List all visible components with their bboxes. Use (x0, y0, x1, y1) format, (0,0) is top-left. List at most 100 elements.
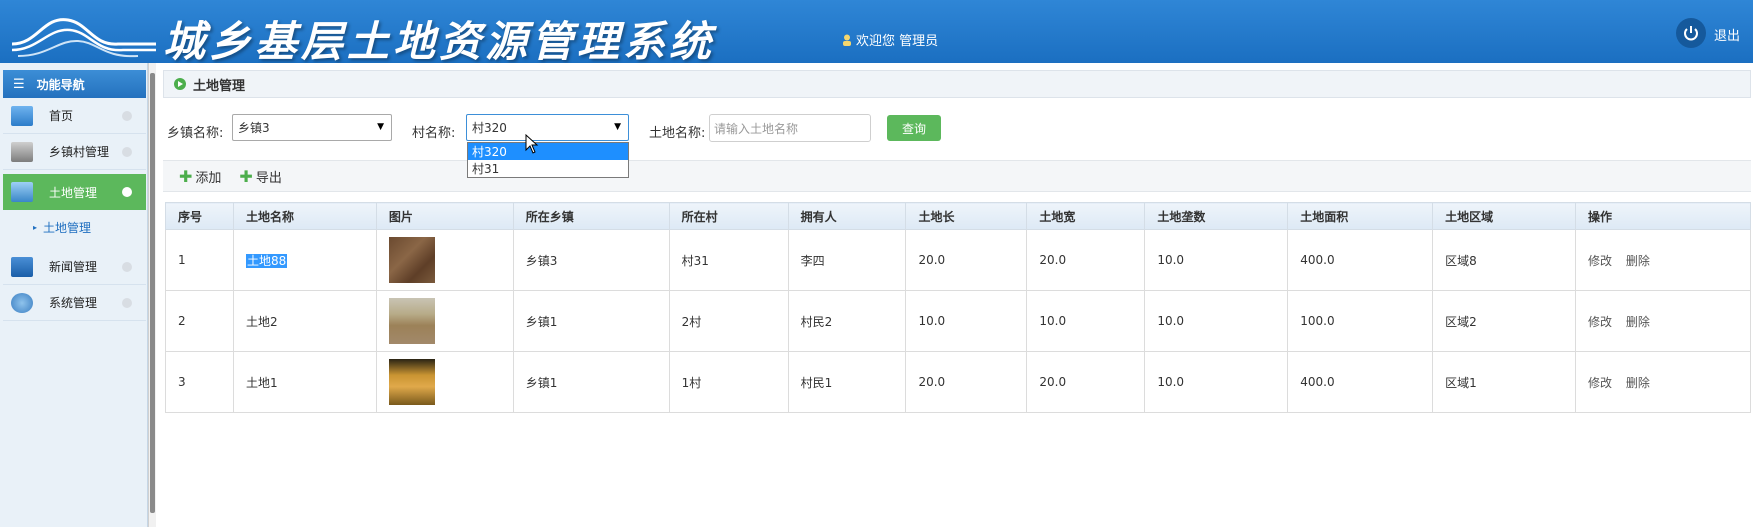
power-icon (1684, 26, 1698, 41)
cell-ridges: 10.0 (1144, 290, 1289, 352)
edit-link[interactable]: 修改 (1588, 315, 1612, 329)
cell-town: 乡镇1 (512, 290, 670, 352)
column-header: 土地名称 (232, 202, 377, 230)
delete-link[interactable]: 删除 (1626, 315, 1650, 329)
land-icon (11, 182, 33, 202)
cell-land-name: 土地2 (232, 290, 377, 352)
land-photo[interactable] (388, 298, 435, 344)
system-title: 城乡基层土地资源管理系统 (163, 17, 716, 63)
plus-icon: ✚ (239, 166, 253, 186)
cell-land-name: 土地88 (232, 229, 377, 291)
power-button[interactable] (1676, 18, 1706, 48)
sidebar-scrollbar[interactable] (148, 63, 156, 527)
dropdown-arrow-icon: ▼ (377, 122, 384, 132)
nav-heading-label: 功能导航 (36, 77, 85, 92)
app-header: 城乡基层土地资源管理系统 欢迎您 管理员 退出 (0, 0, 1753, 63)
village-select[interactable]: 村320 ▼ (466, 114, 629, 141)
land-photo[interactable] (388, 237, 435, 283)
cell-area: 400.0 (1287, 351, 1434, 413)
expand-dot-icon (122, 297, 132, 308)
cell-owner: 村民2 (787, 290, 907, 352)
cell-width: 20.0 (1026, 351, 1146, 413)
cell-town: 乡镇1 (512, 351, 670, 413)
sidebar-item-label: 首页 (49, 109, 74, 123)
plus-icon: ✚ (179, 166, 193, 186)
dropdown-option[interactable]: 村320 (468, 143, 628, 160)
settings-icon (11, 292, 33, 313)
news-icon (11, 256, 33, 277)
sidebar-item-label: 系统管理 (49, 296, 98, 310)
cell-ridges: 10.0 (1144, 229, 1289, 291)
village-dropdown-list: 村320 村31 (467, 142, 629, 178)
sidebar-item-land[interactable]: 土地管理 (3, 174, 146, 210)
sidebar-item-system[interactable]: 系统管理 (3, 285, 146, 321)
cell-owner: 村民1 (787, 351, 907, 413)
town-select-value: 乡镇3 (238, 121, 270, 135)
sidebar-subitem-label: 土地管理 (43, 220, 92, 235)
filter-row: 乡镇名称: 乡镇3 ▼ 村名称: 村320 ▼ 土地名称: 请输入土地名称 查询 (163, 98, 1751, 160)
cell-village: 2村 (668, 290, 789, 352)
column-header: 所在村 (668, 202, 789, 230)
expand-dot-icon (122, 187, 132, 197)
scrollbar-thumb[interactable] (150, 73, 155, 513)
land-name-placeholder: 请输入土地名称 (714, 121, 799, 136)
sidebar-subitem-land[interactable]: ▸ 土地管理 (3, 213, 146, 241)
cell-length: 10.0 (905, 290, 1028, 352)
cell-area: 400.0 (1287, 229, 1434, 291)
play-icon (174, 78, 186, 90)
column-header: 土地区域 (1432, 202, 1577, 230)
delete-link[interactable]: 删除 (1626, 254, 1650, 268)
list-icon: ☰ (13, 76, 25, 92)
logo-icon (11, 18, 156, 58)
nav-heading: ☰ 功能导航 (3, 70, 146, 98)
town-select[interactable]: 乡镇3 ▼ (232, 114, 392, 141)
column-header: 所在乡镇 (512, 202, 670, 230)
table-row: 3 土地1 乡镇1 1村 村民1 20.0 20.0 10.0 400.0 区域… (165, 351, 1751, 413)
edit-link[interactable]: 修改 (1588, 254, 1612, 268)
dropdown-arrow-icon: ▼ (614, 122, 621, 132)
expand-dot-icon (122, 146, 132, 157)
cell-no: 3 (165, 351, 234, 413)
query-button[interactable]: 查询 (887, 115, 941, 141)
table-header-row: 序号 土地名称 图片 所在乡镇 所在村 拥有人 土地长 土地宽 土地垄数 土地面… (165, 202, 1751, 230)
delete-link[interactable]: 删除 (1626, 376, 1650, 390)
town-label: 乡镇名称: (167, 126, 224, 141)
dropdown-option[interactable]: 村31 (468, 160, 628, 177)
sidebar-item-news[interactable]: 新闻管理 (3, 249, 146, 285)
village-select-value: 村320 (472, 121, 507, 135)
panel-title: 土地管理 (193, 78, 246, 94)
cell-image (375, 290, 514, 352)
cell-region: 区域2 (1432, 290, 1577, 352)
expand-dot-icon (122, 110, 132, 121)
column-header: 操作 (1575, 202, 1751, 230)
table-row: 1 土地88 乡镇3 村31 李四 20.0 20.0 10.0 400.0 区… (165, 229, 1751, 291)
edit-link[interactable]: 修改 (1588, 376, 1612, 390)
land-name-input[interactable]: 请输入土地名称 (709, 114, 871, 142)
land-name-text: 土地88 (245, 253, 288, 268)
cell-village: 1村 (668, 351, 789, 413)
sidebar-item-label: 土地管理 (49, 185, 98, 200)
cell-image (375, 229, 514, 291)
add-button[interactable]: ✚ 添加 (179, 167, 221, 186)
cell-actions: 修改 删除 (1575, 351, 1751, 413)
mouse-cursor-icon (525, 134, 539, 154)
cell-actions: 修改 删除 (1575, 229, 1751, 291)
cell-width: 20.0 (1026, 229, 1146, 291)
village-label: 村名称: (412, 126, 456, 141)
land-name-label: 土地名称: (649, 126, 706, 141)
export-button-label: 导出 (255, 170, 282, 186)
sidebar-item-home[interactable]: 首页 (3, 98, 146, 134)
sidebar-item-town-village[interactable]: 乡镇村管理 (3, 134, 146, 170)
land-photo[interactable] (388, 359, 435, 405)
welcome-text: 欢迎您 管理员 (856, 34, 939, 49)
sidebar-item-label: 乡镇村管理 (49, 145, 110, 159)
cell-area: 100.0 (1287, 290, 1434, 352)
column-header: 图片 (375, 202, 514, 230)
cell-no: 2 (165, 290, 234, 352)
cell-length: 20.0 (905, 229, 1028, 291)
logout-link[interactable]: 退出 (1714, 25, 1740, 44)
export-button[interactable]: ✚ 导出 (239, 167, 281, 186)
panel-title-bar: 土地管理 (163, 70, 1751, 98)
cell-no: 1 (165, 229, 234, 291)
action-toolbar: ✚ 添加 ✚ 导出 (163, 160, 1751, 192)
